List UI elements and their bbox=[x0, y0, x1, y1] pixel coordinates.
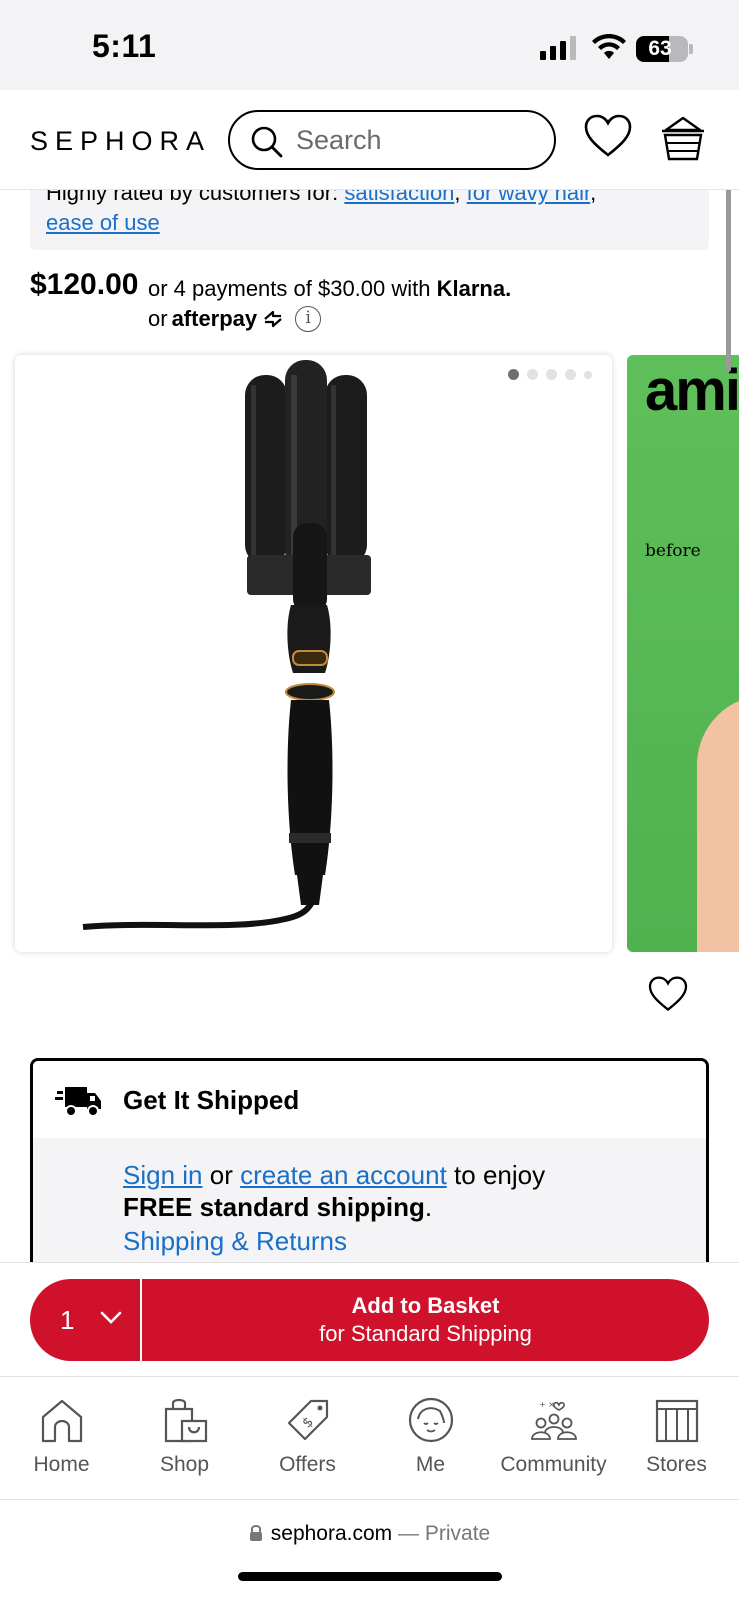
store-icon bbox=[655, 1399, 698, 1443]
nav-community-label: Community bbox=[500, 1453, 607, 1476]
nav-offers[interactable]: $ Offers bbox=[246, 1377, 369, 1501]
model-shoulder bbox=[697, 695, 739, 952]
browser-url-bar[interactable]: sephora.com — Private bbox=[0, 1500, 739, 1600]
lock-icon bbox=[249, 1525, 262, 1541]
rating-tag-ease-of-use[interactable]: ease of use bbox=[46, 210, 160, 235]
home-indicator[interactable] bbox=[238, 1572, 502, 1581]
face-icon bbox=[408, 1397, 453, 1443]
add-to-basket-button[interactable]: Add to Basket for Standard Shipping bbox=[142, 1279, 709, 1361]
carousel-dot[interactable] bbox=[546, 369, 557, 380]
klarna-text: or 4 payments of $30.00 with bbox=[148, 276, 431, 301]
shipping-returns-link[interactable]: Shipping & Returns bbox=[123, 1226, 347, 1257]
shipping-to-enjoy: to enjoy bbox=[454, 1160, 546, 1190]
battery-tip bbox=[689, 44, 693, 54]
search-bar[interactable] bbox=[228, 110, 556, 170]
nav-shop-label: Shop bbox=[159, 1453, 210, 1476]
quantity-value: 1 bbox=[60, 1305, 75, 1335]
shipping-title: Get It Shipped bbox=[123, 1085, 300, 1115]
afterpay-logo: afterpay bbox=[171, 306, 258, 331]
shipping-option-card[interactable]: Get It Shipped Sign in or create an acco… bbox=[30, 1058, 709, 1288]
carousel-dots bbox=[508, 369, 592, 380]
nav-offers-label: Offers bbox=[279, 1453, 336, 1476]
shipping-header: Get It Shipped bbox=[33, 1061, 706, 1138]
url-domain: sephora.com bbox=[270, 1522, 393, 1545]
nav-me[interactable]: Me bbox=[369, 1377, 492, 1501]
nav-me-label: Me bbox=[415, 1453, 446, 1476]
carousel-dot[interactable] bbox=[527, 369, 538, 380]
quantity-select[interactable]: 1 bbox=[30, 1279, 140, 1361]
favorites-heart-icon[interactable] bbox=[584, 114, 632, 158]
search-input[interactable] bbox=[296, 122, 536, 158]
basket-icon[interactable] bbox=[660, 116, 706, 162]
nav-shop[interactable]: Shop bbox=[123, 1377, 246, 1501]
klarna-logo: Klarna. bbox=[436, 276, 512, 301]
next-image-caption: before bbox=[645, 541, 701, 561]
nav-stores-label: Stores bbox=[646, 1453, 707, 1476]
klarna-installments[interactable]: or 4 payments of $30.00 with Klarna. bbox=[148, 276, 511, 302]
shipping-period: . bbox=[424, 1192, 433, 1222]
afterpay-arrows-icon bbox=[264, 310, 282, 328]
add-to-basket-sublabel: for Standard Shipping bbox=[319, 1321, 532, 1346]
nav-stores[interactable]: Stores bbox=[615, 1377, 738, 1501]
carousel-dot[interactable] bbox=[565, 369, 576, 380]
battery-percent: 63 bbox=[648, 37, 672, 60]
wifi-icon bbox=[592, 34, 626, 59]
bottom-navigation: Home Shop $ Offers Me + × Community Stor… bbox=[0, 1376, 739, 1500]
add-to-basket-label: Add to Basket bbox=[351, 1293, 500, 1318]
status-bar: 5:11 63 bbox=[0, 0, 739, 90]
shipping-or: or bbox=[209, 1160, 233, 1190]
carousel-dot[interactable] bbox=[508, 369, 519, 380]
product-price: $120.00 bbox=[30, 268, 139, 301]
delivery-truck-icon bbox=[55, 1087, 101, 1117]
product-image-carousel[interactable] bbox=[15, 355, 612, 952]
nav-home-label: Home bbox=[33, 1453, 90, 1476]
community-icon: + × bbox=[530, 1400, 577, 1440]
create-account-link[interactable]: create an account bbox=[240, 1160, 447, 1190]
tag-icon: $ bbox=[287, 1399, 328, 1441]
next-product-image[interactable]: ami before bbox=[627, 355, 739, 952]
nav-community[interactable]: + × Community bbox=[492, 1377, 615, 1501]
private-label: — Private bbox=[398, 1522, 491, 1545]
info-icon[interactable]: i bbox=[295, 306, 322, 332]
next-image-brand: ami bbox=[645, 358, 739, 423]
chevron-down-icon bbox=[100, 1311, 122, 1324]
love-product-heart-icon[interactable] bbox=[648, 976, 688, 1012]
home-icon bbox=[41, 1399, 82, 1443]
svg-text:+ ×: + × bbox=[539, 1400, 555, 1409]
afterpay-prefix: or bbox=[148, 306, 168, 331]
triple-barrel-waver-image bbox=[82, 360, 371, 930]
afterpay-installments[interactable]: or afterpay i bbox=[148, 306, 322, 332]
add-to-basket-bar: 1 Add to Basket for Standard Shipping bbox=[0, 1262, 739, 1376]
cellular-signal-icon bbox=[540, 36, 580, 60]
free-shipping-text: FREE standard shipping bbox=[123, 1192, 425, 1222]
status-time: 5:11 bbox=[92, 28, 157, 64]
url-display[interactable]: sephora.com — Private bbox=[0, 1522, 739, 1546]
nav-home[interactable]: Home bbox=[0, 1377, 123, 1501]
sign-in-link[interactable]: Sign in bbox=[123, 1160, 203, 1190]
carousel-dot[interactable] bbox=[584, 370, 592, 379]
sephora-logo[interactable]: SEPHORA bbox=[30, 126, 211, 157]
battery-icon: 63 bbox=[636, 36, 688, 62]
shopping-bag-icon bbox=[164, 1398, 207, 1443]
site-header: SEPHORA bbox=[0, 90, 739, 190]
search-icon bbox=[251, 126, 283, 158]
